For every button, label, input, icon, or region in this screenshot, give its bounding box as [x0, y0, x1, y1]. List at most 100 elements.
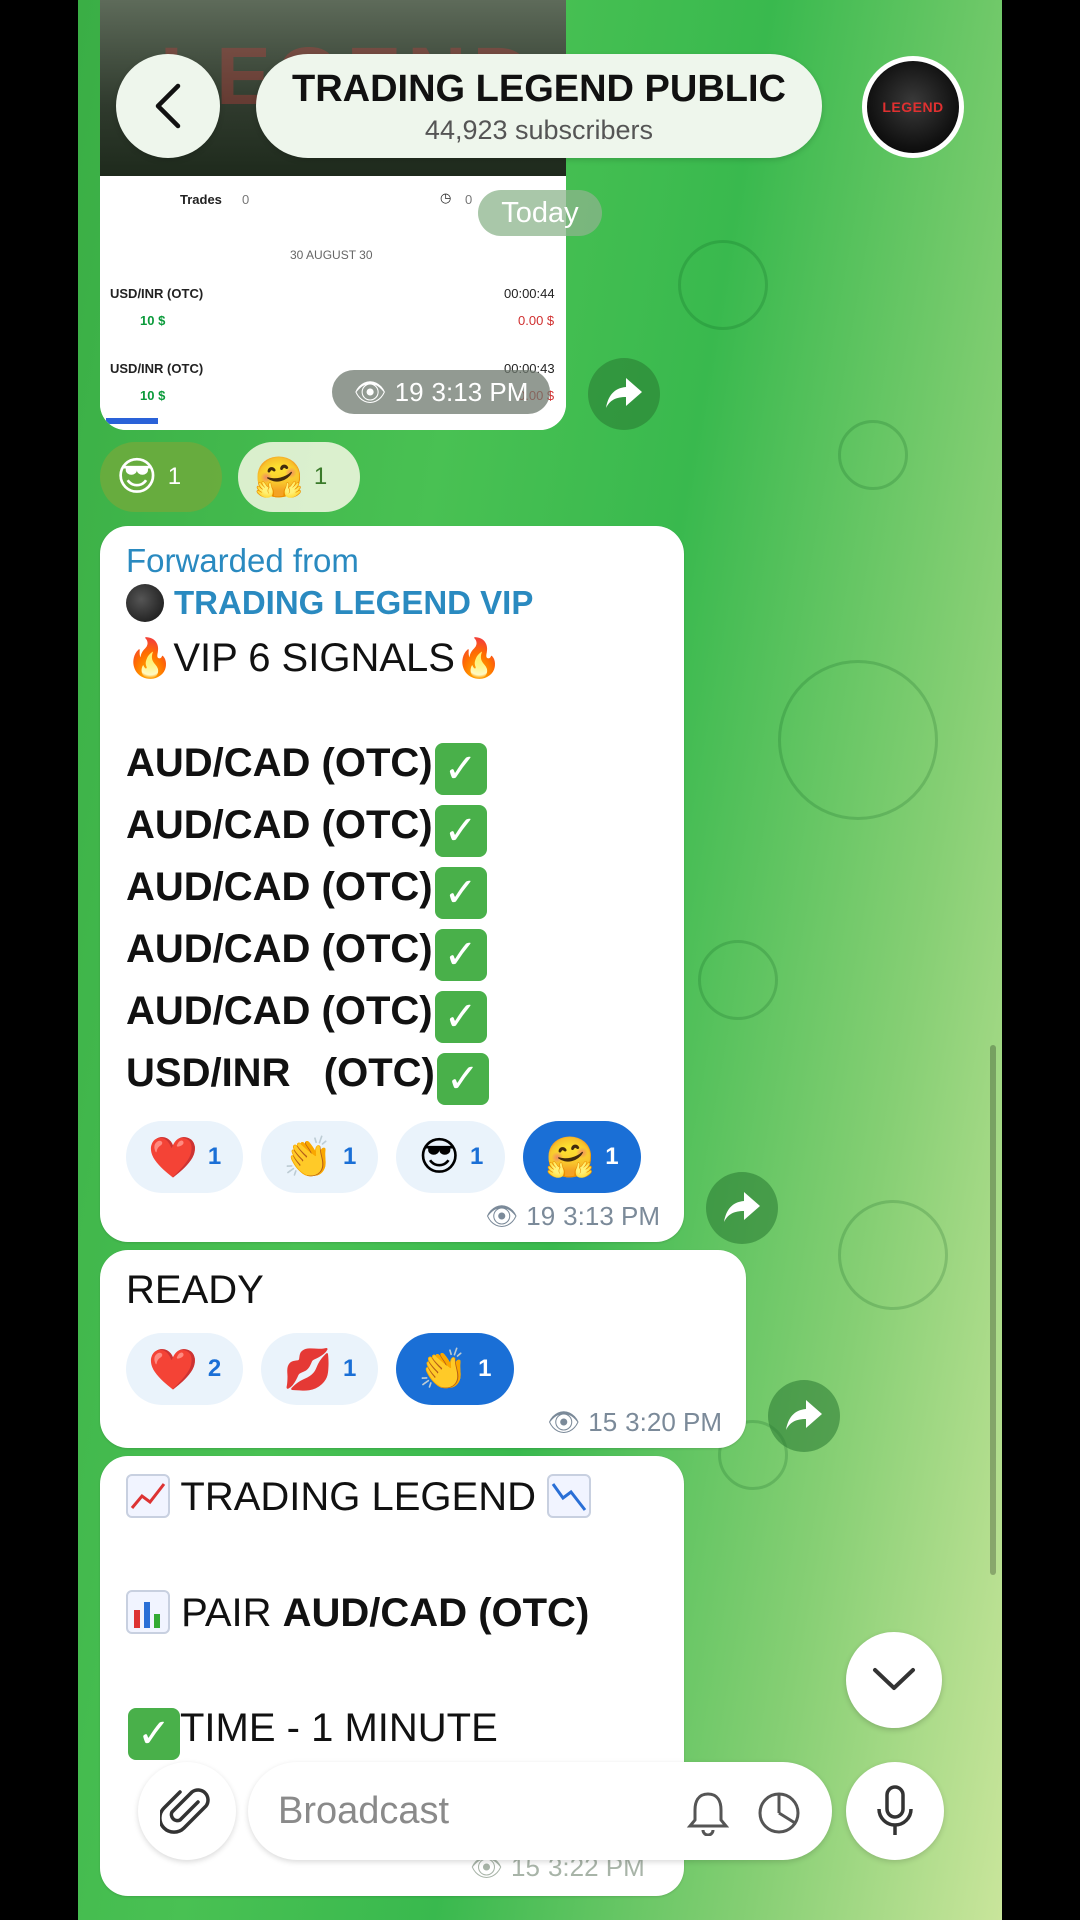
view-count: 19: [394, 376, 424, 407]
background-doodle: [698, 940, 778, 1020]
message-time: 3:20 PM: [625, 1407, 722, 1437]
legend-title-line: TRADING LEGEND: [126, 1474, 658, 1520]
reaction-chip[interactable]: ❤️ 2: [126, 1333, 244, 1405]
broadcast-input-container: [248, 1762, 832, 1860]
forwarded-source-link[interactable]: TRADING LEGEND VIP: [126, 584, 658, 622]
reaction-count: 1: [342, 1143, 357, 1170]
reaction-count: 1: [167, 463, 182, 490]
check-icon: ✓: [434, 743, 487, 795]
share-button[interactable]: [706, 1172, 778, 1244]
message-meta: 👁 19 3:13 PM: [485, 1201, 660, 1232]
signal-pair: AUD/CAD (OTC): [126, 741, 433, 785]
eye-icon: 👁: [547, 1407, 581, 1437]
reactions-row: ❤️ 1 👏 1 😎 1 🤗 1: [126, 1121, 658, 1193]
subscriber-count: 44,923 subscribers: [424, 115, 654, 145]
reaction-emoji: ❤️: [148, 1135, 198, 1180]
channel-title: TRADING LEGEND PUBLIC: [292, 68, 786, 110]
heading-text: VIP 6 SIGNALS: [173, 636, 455, 680]
reaction-chip[interactable]: 👏 1: [261, 1121, 379, 1193]
trades-date: 30 AUGUST 30: [290, 248, 373, 262]
chat-screen: LEGEND Trades 0 ◷ 0 30 AUGUST 30 USD/INR…: [78, 0, 1002, 1920]
source-avatar: [126, 584, 164, 622]
share-button[interactable]: [768, 1380, 840, 1452]
pair-line: PAIR AUD/CAD (OTC): [126, 1590, 658, 1636]
progress-indicator: [106, 418, 158, 424]
fire-icon: 🔥: [454, 638, 503, 680]
timer-icon[interactable]: [756, 1790, 802, 1841]
source-name: TRADING LEGEND VIP: [174, 584, 534, 621]
signal-line: AUD/CAD (OTC) ✓: [126, 741, 658, 795]
legend-title: TRADING LEGEND: [180, 1475, 536, 1519]
forwarded-label: Forwarded from: [126, 542, 359, 579]
trade-amount: 10 $: [140, 313, 166, 328]
back-button[interactable]: [116, 54, 220, 158]
reaction-chip[interactable]: 💋 1: [261, 1333, 379, 1405]
reaction-emoji: 😎: [418, 1135, 461, 1179]
ready-message[interactable]: READY ❤️ 2 💋 1 👏 1 👁 15 3:20 PM: [100, 1250, 746, 1448]
date-divider: Today: [478, 190, 602, 236]
eye-icon: 👁: [353, 376, 387, 407]
share-button[interactable]: [588, 358, 660, 430]
reaction-emoji: 👏: [418, 1347, 469, 1392]
reaction-chip[interactable]: 🤗 1: [238, 442, 360, 512]
message-text: READY: [126, 1268, 264, 1312]
signal-line: AUD/CAD (OTC) ✓: [126, 865, 658, 919]
trade-pair: USD/INR (OTC): [110, 286, 204, 301]
chart-increasing-icon: [126, 1474, 170, 1518]
fire-icon: 🔥: [126, 638, 174, 680]
reaction-chip[interactable]: 😎 1: [396, 1121, 506, 1193]
chevron-down-icon: [873, 1668, 915, 1690]
background-doodle: [778, 660, 938, 820]
check-icon: ✓: [434, 991, 487, 1043]
reaction-chip-selected[interactable]: 🤗 1: [523, 1121, 641, 1193]
image-message-meta: 👁 19 3:13 PM: [332, 370, 550, 414]
share-arrow-icon: [786, 1400, 822, 1430]
scroll-to-bottom-button[interactable]: [846, 1632, 942, 1728]
reaction-count: 1: [313, 463, 328, 490]
background-doodle: [678, 240, 768, 330]
signals-message[interactable]: Forwarded from TRADING LEGEND VIP 🔥VIP 6…: [100, 526, 684, 1242]
trade-time: 00:00:44: [504, 286, 555, 301]
attach-button[interactable]: [138, 1762, 236, 1860]
microphone-icon: [877, 1785, 913, 1835]
signal-line: AUD/CAD (OTC) ✓: [126, 927, 658, 981]
chart-decreasing-icon: [547, 1474, 592, 1518]
message-time: 3:13 PM: [431, 376, 529, 407]
reaction-chip[interactable]: ❤️ 1: [126, 1121, 244, 1193]
signal-line: AUD/CAD (OTC) ✓: [126, 989, 658, 1043]
check-icon: ✓: [434, 805, 487, 857]
microphone-button[interactable]: [846, 1762, 944, 1860]
background-doodle: [838, 1200, 948, 1310]
pair-label: PAIR: [181, 1591, 272, 1635]
reaction-emoji: ❤️: [148, 1347, 198, 1392]
reaction-chip-selected[interactable]: 👏 1: [396, 1333, 514, 1405]
share-arrow-icon: [724, 1192, 760, 1222]
scrollbar[interactable]: [990, 1045, 996, 1575]
background-doodle: [838, 420, 908, 490]
check-icon: ✓: [128, 1708, 180, 1760]
time-text: TIME - 1 MINUTE: [180, 1706, 498, 1750]
pair-value: AUD/CAD (OTC): [282, 1591, 590, 1635]
view-count: 19: [526, 1201, 556, 1231]
broadcast-input[interactable]: [278, 1786, 658, 1836]
message-meta: 👁 15 3:20 PM: [547, 1407, 722, 1438]
signal-pair: AUD/CAD (OTC): [126, 927, 433, 971]
signals-heading: 🔥VIP 6 SIGNALS🔥: [126, 636, 658, 681]
reaction-emoji: 👏: [283, 1135, 333, 1180]
reaction-count: 1: [342, 1355, 357, 1382]
reaction-count: 1: [478, 1355, 492, 1382]
signal-pair: AUD/CAD (OTC): [126, 865, 433, 909]
signal-pair: AUD/CAD (OTC): [126, 989, 433, 1033]
reaction-chip[interactable]: 😎 1: [100, 442, 222, 512]
reaction-count: 2: [207, 1355, 222, 1382]
signal-line: USD/INR (OTC) ✓: [126, 1051, 658, 1105]
bell-icon[interactable]: [686, 1790, 730, 1841]
reaction-emoji: 🤗: [254, 455, 304, 500]
check-icon: ✓: [434, 929, 487, 981]
chevron-left-icon: [155, 83, 181, 129]
channel-header[interactable]: TRADING LEGEND PUBLIC 44,923 subscribers: [256, 54, 822, 158]
channel-avatar[interactable]: LEGEND: [862, 56, 964, 158]
reaction-count: 1: [207, 1143, 222, 1170]
reaction-count: 1: [605, 1143, 619, 1170]
signal-line: AUD/CAD (OTC) ✓: [126, 803, 658, 857]
